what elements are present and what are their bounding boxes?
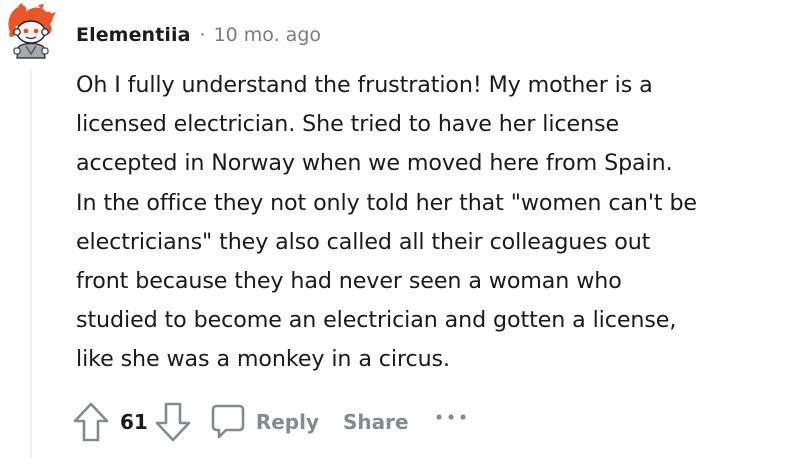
meta-separator: · — [199, 24, 206, 46]
upvote-arrow-icon[interactable] — [72, 401, 110, 443]
comment-body: Oh I fully understand the frustration! M… — [76, 66, 776, 380]
comment-line: licensed electrician. She tried to have … — [76, 111, 620, 138]
author-name[interactable]: Elementiia — [76, 24, 191, 46]
comment-meta: Elementiia · 10 mo. ago — [76, 22, 321, 48]
comment-line: front because they had never seen a woma… — [76, 268, 622, 295]
comment-line: studied to become an electrician and got… — [76, 307, 677, 334]
downvote-arrow-icon[interactable] — [154, 401, 192, 443]
timestamp[interactable]: 10 mo. ago — [214, 24, 321, 46]
reply-button[interactable]: Reply — [210, 403, 319, 441]
comment-line: Oh I fully understand the frustration! M… — [76, 72, 653, 98]
comment-line: In the office they not only told her tha… — [76, 189, 697, 216]
comment-line: electricians" they also called all their… — [76, 228, 651, 255]
comment-actions: 61 Reply Share — [72, 400, 467, 444]
speech-bubble-icon — [210, 403, 246, 441]
comment-line: accepted in Norway when we moved here fr… — [76, 150, 673, 177]
vote-count: 61 — [120, 410, 148, 434]
share-button[interactable]: Share — [343, 410, 409, 434]
snoo-avatar-icon[interactable] — [4, 2, 58, 60]
comment-line: like she was a monkey in a circus. — [76, 346, 450, 373]
thread-line[interactable] — [30, 70, 32, 458]
ellipsis-icon[interactable] — [435, 412, 467, 422]
reply-label: Reply — [255, 410, 320, 434]
comment: Elementiia · 10 mo. ago Oh I fully under… — [0, 0, 792, 458]
